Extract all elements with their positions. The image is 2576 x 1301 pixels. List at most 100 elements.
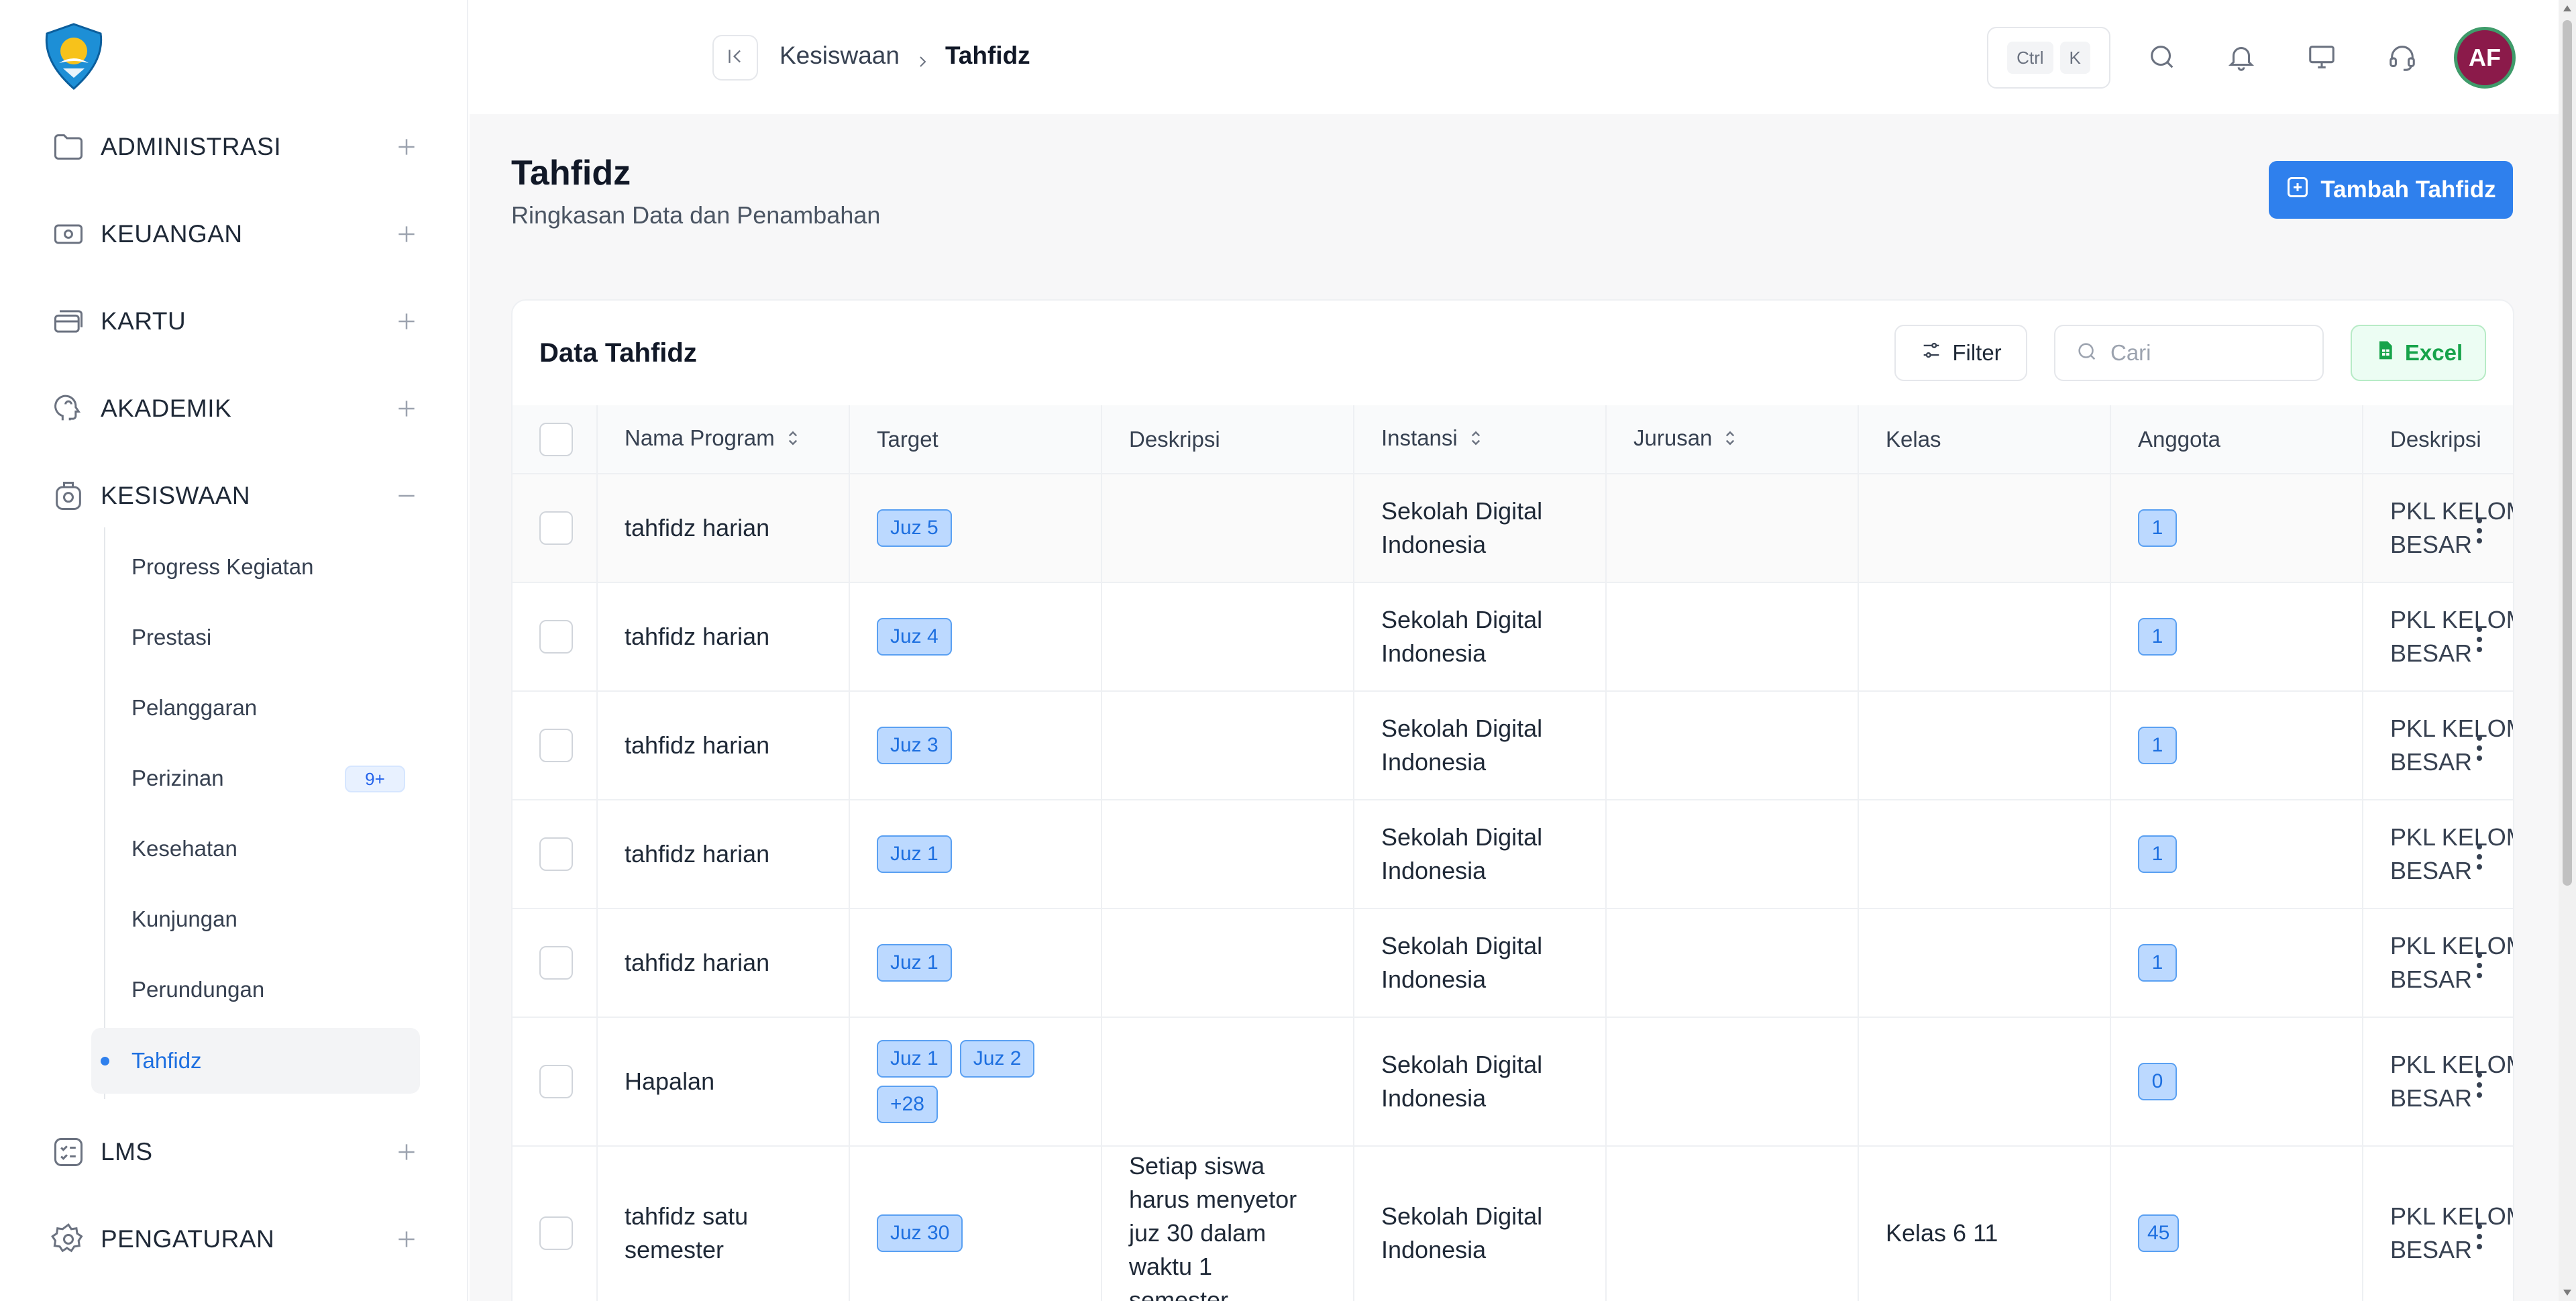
cell-kelas: Kelas 6 11: [1858, 1146, 2111, 1301]
select-all-checkbox[interactable]: [539, 422, 573, 456]
sidebar-group-administrasi[interactable]: ADMINISTRASI: [40, 117, 420, 177]
breadcrumb-parent[interactable]: Kesiswaan: [780, 42, 900, 70]
add-tahfidz-button[interactable]: Tambah Tahfidz: [2269, 161, 2513, 219]
search-input[interactable]: [2110, 340, 2312, 366]
page-title: Tahfidz: [511, 154, 631, 193]
column-header-deskripsi: Deskripsi: [1102, 405, 1354, 474]
monitor-icon[interactable]: [2302, 38, 2341, 76]
table-row[interactable]: Hapalan Juz 1 Juz 2 +28 Sekolah Digital Ind…: [513, 1017, 2513, 1147]
cell-anggota: 1: [2110, 582, 2363, 692]
student-icon: [51, 478, 86, 513]
cell-deskripsi: [1102, 1017, 1354, 1147]
search-icon[interactable]: [2143, 38, 2182, 76]
row-checkbox[interactable]: [539, 620, 573, 654]
sidebar-group-label: ADMINISTRASI: [101, 133, 282, 160]
target-more-tag[interactable]: +28: [877, 1086, 938, 1123]
target-tag: Juz 2: [959, 1040, 1035, 1078]
page-scrollbar[interactable]: [2559, 0, 2576, 1301]
row-actions-kebab-icon[interactable]: [2477, 735, 2485, 761]
collapse-sidebar-button[interactable]: [712, 35, 758, 81]
row-actions-kebab-icon[interactable]: [2477, 953, 2485, 978]
instansi-line: Indonesia: [1381, 1236, 1487, 1263]
plus-icon[interactable]: [393, 395, 420, 422]
plus-icon[interactable]: [393, 1139, 420, 1165]
sidebar-item-prestasi[interactable]: Prestasi: [91, 605, 420, 670]
row-checkbox[interactable]: [539, 511, 573, 545]
row-select-cell: [513, 800, 598, 909]
sidebar-item-perundungan[interactable]: Perundungan: [91, 957, 420, 1023]
cell-target: Juz 30: [849, 1146, 1102, 1301]
export-excel-button[interactable]: Excel: [2351, 325, 2486, 381]
deskripsi-2-line: BESAR: [2390, 639, 2473, 667]
cell-target: Juz 1 Juz 2 +28: [849, 1017, 1102, 1147]
row-select-cell: [513, 908, 598, 1018]
filter-button[interactable]: Filter: [1894, 325, 2027, 381]
row-checkbox[interactable]: [539, 729, 573, 762]
sidebar-item-pelanggaran[interactable]: Pelanggaran: [91, 675, 420, 741]
sidebar-item-perizinan[interactable]: Perizinan 9+: [91, 745, 420, 811]
sidebar-group-kesiswaan[interactable]: KESISWAAN: [40, 466, 420, 526]
sidebar-group-akademik[interactable]: AKADEMIK: [40, 378, 420, 439]
sidebar-group-kartu[interactable]: KARTU: [40, 291, 420, 352]
row-checkbox[interactable]: [539, 1065, 573, 1098]
search-field[interactable]: [2054, 325, 2324, 381]
table-row[interactable]: tahfidz harian Juz 1 Sekolah Digital Indo…: [513, 800, 2513, 909]
scrollbar-thumb[interactable]: [2563, 20, 2572, 886]
scroll-down-arrow-icon[interactable]: [2563, 1290, 2571, 1296]
row-checkbox[interactable]: [539, 946, 573, 980]
plus-icon[interactable]: [393, 308, 420, 335]
column-header-jurusan[interactable]: Jurusan: [1606, 405, 1859, 474]
column-header-instansi[interactable]: Instansi: [1354, 405, 1607, 474]
sidebar-item-kesehatan[interactable]: Kesehatan: [91, 816, 420, 882]
table-row[interactable]: tahfidz harian Juz 4 Sekolah Digital Indo…: [513, 582, 2513, 692]
select-all-cell: [513, 405, 598, 474]
sidebar-group-lms[interactable]: LMS: [40, 1122, 420, 1182]
sort-icon: [786, 427, 800, 453]
row-checkbox[interactable]: [539, 1216, 573, 1250]
scroll-up-arrow-icon[interactable]: [2563, 5, 2571, 11]
data-card: Data Tahfidz Filter Excel: [511, 299, 2514, 1301]
cell-jurusan: [1606, 691, 1859, 800]
sidebar-group-pengaturan[interactable]: PENGATURAN: [40, 1209, 420, 1269]
row-actions-kebab-icon[interactable]: [2477, 518, 2485, 543]
instansi-line: Sekolah Digital: [1381, 715, 1543, 742]
cell-anggota: 1: [2110, 908, 2363, 1018]
plus-icon[interactable]: [393, 134, 420, 160]
avatar[interactable]: AF: [2454, 27, 2516, 89]
cell-anggota: 1: [2110, 691, 2363, 800]
sidebar-item-tahfidz[interactable]: Tahfidz: [91, 1028, 420, 1094]
headset-icon[interactable]: [2383, 38, 2422, 76]
column-header-kelas: Kelas: [1858, 405, 2111, 474]
sidebar-item-label: Prestasi: [131, 625, 212, 649]
sidebar-item-progress-kegiatan[interactable]: Progress Kegiatan: [91, 534, 420, 600]
bell-icon[interactable]: [2222, 38, 2261, 76]
sidebar-group-keuangan[interactable]: KEUANGAN: [40, 204, 420, 264]
cell-kelas: [1858, 691, 2111, 800]
table-row[interactable]: tahfidz harian Juz 1 Sekolah Digital Indo…: [513, 908, 2513, 1018]
minus-icon[interactable]: [393, 482, 420, 509]
column-header-deskripsi-2: Deskripsi: [2363, 405, 2513, 474]
target-tag: Juz 30: [877, 1214, 963, 1252]
cell-jurusan: [1606, 800, 1859, 909]
sidebar: ADMINISTRASI KEUANGAN KARTU AKADEMIK KES…: [0, 0, 468, 1301]
cell-target: Juz 5: [849, 474, 1102, 583]
cell-target: Juz 3: [849, 691, 1102, 800]
row-checkbox[interactable]: [539, 837, 573, 871]
row-actions-kebab-icon[interactable]: [2477, 1224, 2485, 1249]
table-row[interactable]: tahfidz satu semester Juz 30 Setiap sisw…: [513, 1146, 2513, 1301]
cell-anggota: 1: [2110, 800, 2363, 909]
command-palette-shortcut[interactable]: Ctrl K: [1987, 27, 2110, 89]
row-actions-kebab-icon[interactable]: [2477, 844, 2485, 870]
table-row[interactable]: tahfidz harian Juz 5 Sekolah Digital Indo…: [513, 474, 2513, 583]
cell-deskripsi: [1102, 474, 1354, 583]
row-actions-kebab-icon[interactable]: [2477, 1072, 2485, 1098]
cell-deskripsi: [1102, 582, 1354, 692]
sidebar-item-kunjungan[interactable]: Kunjungan: [91, 886, 420, 952]
row-actions-kebab-icon[interactable]: [2477, 627, 2485, 652]
table-row[interactable]: tahfidz harian Juz 3 Sekolah Digital Indo…: [513, 691, 2513, 800]
tut-wuri-handayani-logo[interactable]: [39, 21, 109, 91]
column-header-nama-program[interactable]: Nama Program: [597, 405, 850, 474]
plus-icon[interactable]: [393, 221, 420, 248]
deskripsi-2-line: PKL KELOMPOK: [2390, 497, 2513, 525]
plus-icon[interactable]: [393, 1226, 420, 1253]
